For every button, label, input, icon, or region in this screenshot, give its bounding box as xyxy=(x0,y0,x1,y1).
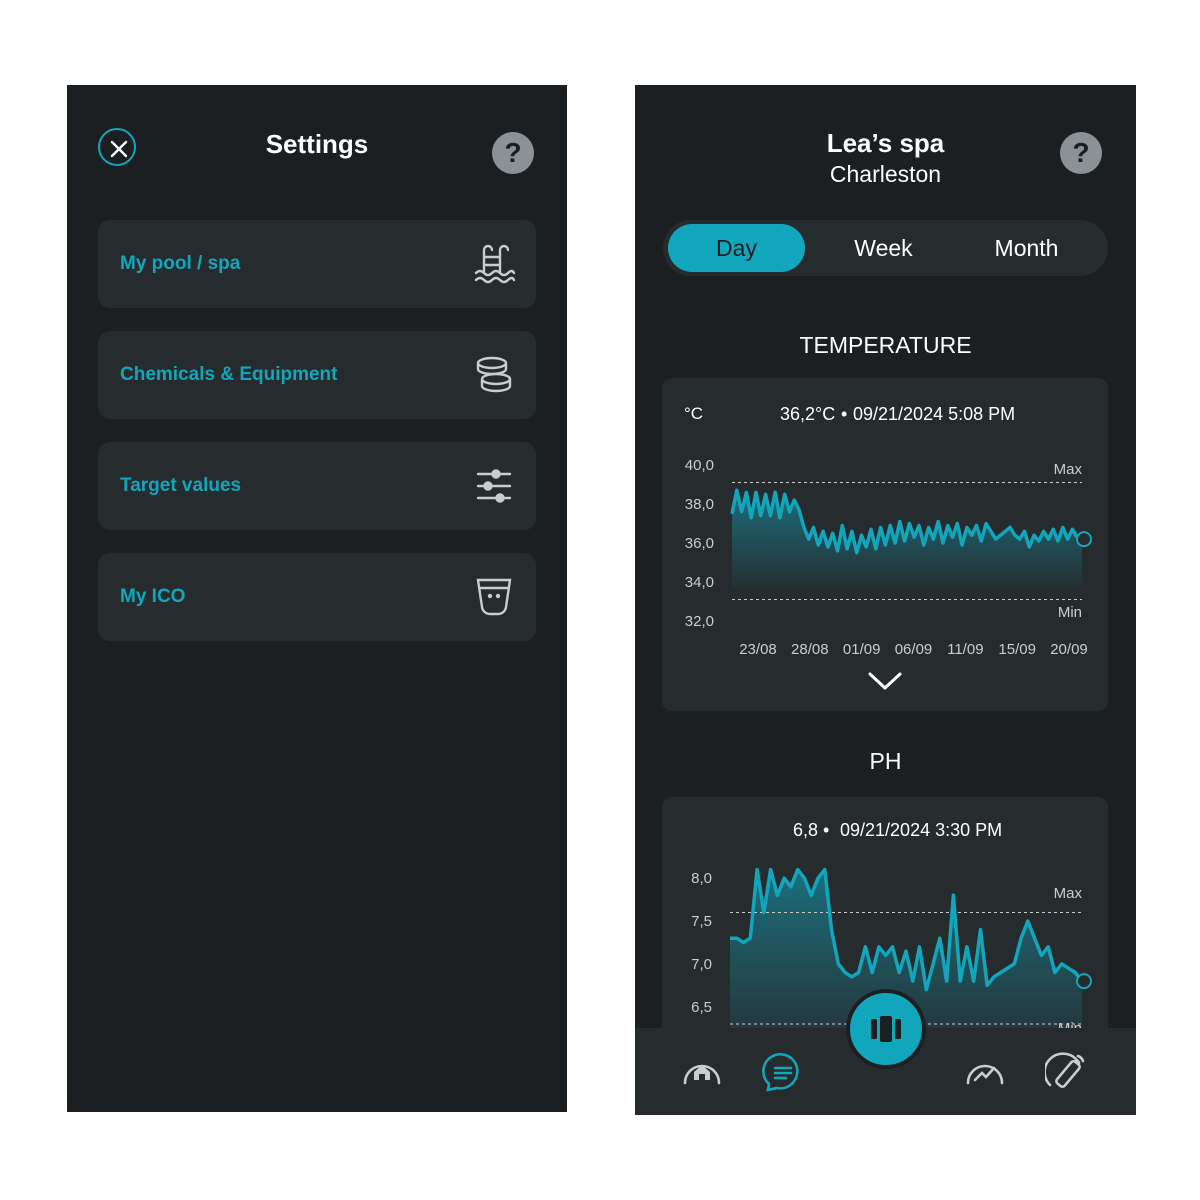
remote-control-icon[interactable] xyxy=(1045,1050,1089,1094)
menu-item-label: My ICO xyxy=(120,586,186,607)
menu-item-label: Target values xyxy=(120,475,242,496)
chemical-tablets-icon xyxy=(476,356,512,393)
spa-location: Charleston xyxy=(829,161,942,187)
chat-icon[interactable] xyxy=(761,1050,805,1094)
tab-day[interactable]: Day xyxy=(668,224,805,272)
ico-device-icon xyxy=(871,1016,901,1042)
reading-separator: • xyxy=(841,404,847,424)
y-tick-label: 6,5 xyxy=(691,999,712,1016)
y-tick-label: 7,0 xyxy=(691,956,712,973)
menu-item-my-pool-spa[interactable]: My pool / spa xyxy=(98,220,536,308)
y-tick-label: 34,0 xyxy=(685,574,714,591)
x-tick-label: 28/08 xyxy=(791,641,829,658)
y-tick-label: 38,0 xyxy=(685,496,714,513)
sliders-icon xyxy=(476,469,512,503)
unit-label: °C xyxy=(684,404,703,423)
y-tick-label: 32,0 xyxy=(685,613,714,630)
settings-screen: Settings ? My pool / spa Chemicals & Equ… xyxy=(67,85,567,1112)
spa-dashboard-screen: Lea’s spa Charleston ? Day Week Month TE… xyxy=(635,85,1136,1115)
dashboard-gauge-icon[interactable] xyxy=(963,1050,1007,1094)
x-tick-label: 20/09 xyxy=(1050,641,1088,658)
current-reading-value: 6,8 xyxy=(793,820,818,840)
x-tick-label: 15/09 xyxy=(998,641,1036,658)
menu-item-label: Chemicals & Equipment xyxy=(120,364,338,385)
menu-item-chemicals-equipment[interactable]: Chemicals & Equipment xyxy=(98,331,536,419)
x-tick-label: 11/09 xyxy=(947,641,983,658)
tab-month[interactable]: Month xyxy=(958,224,1095,272)
y-tick-label: 8,0 xyxy=(691,870,712,887)
ico-device-button[interactable] xyxy=(846,989,926,1069)
x-tick-label: 01/09 xyxy=(843,641,881,658)
reading-separator: • xyxy=(823,820,829,840)
y-tick-label: 7,5 xyxy=(691,913,712,930)
menu-item-target-values[interactable]: Target values xyxy=(98,442,536,530)
period-selector: Day Week Month xyxy=(663,220,1108,276)
current-reading-timestamp: 09/21/2024 5:08 PM xyxy=(853,404,1015,424)
x-tick-label: 23/08 xyxy=(739,641,777,658)
help-button[interactable]: ? xyxy=(1060,132,1102,174)
help-button[interactable]: ? xyxy=(492,132,534,174)
home-icon[interactable] xyxy=(680,1050,724,1094)
tab-week[interactable]: Week xyxy=(815,224,952,272)
temperature-chart: °C 36,2°C • 09/21/2024 5:08 PM 40,0 38,0 3… xyxy=(684,404,1092,690)
chevron-down-icon[interactable] xyxy=(868,672,902,690)
min-label: Min xyxy=(1058,604,1082,621)
ico-device-icon xyxy=(476,578,512,616)
menu-item-my-ico[interactable]: My ICO xyxy=(98,553,536,641)
latest-point-marker[interactable] xyxy=(1076,973,1092,990)
ph-section-title: PH xyxy=(869,748,902,774)
pool-ladder-icon xyxy=(474,244,516,284)
max-label: Max xyxy=(1054,461,1083,478)
menu-item-label: My pool / spa xyxy=(120,253,241,274)
x-tick-label: 06/09 xyxy=(895,641,933,658)
max-label: Max xyxy=(1054,885,1083,902)
temperature-chart-card: °C 36,2°C • 09/21/2024 5:08 PM 40,0 38,0 3… xyxy=(662,378,1108,711)
temperature-section-title: TEMPERATURE xyxy=(799,332,972,358)
y-tick-label: 40,0 xyxy=(685,457,714,474)
latest-point-marker[interactable] xyxy=(1076,531,1092,548)
y-tick-label: 36,0 xyxy=(685,535,714,552)
temperature-area xyxy=(732,490,1082,588)
current-reading-value: 36,2°C xyxy=(780,404,835,424)
current-reading-timestamp: 09/21/2024 3:30 PM xyxy=(840,820,1002,840)
